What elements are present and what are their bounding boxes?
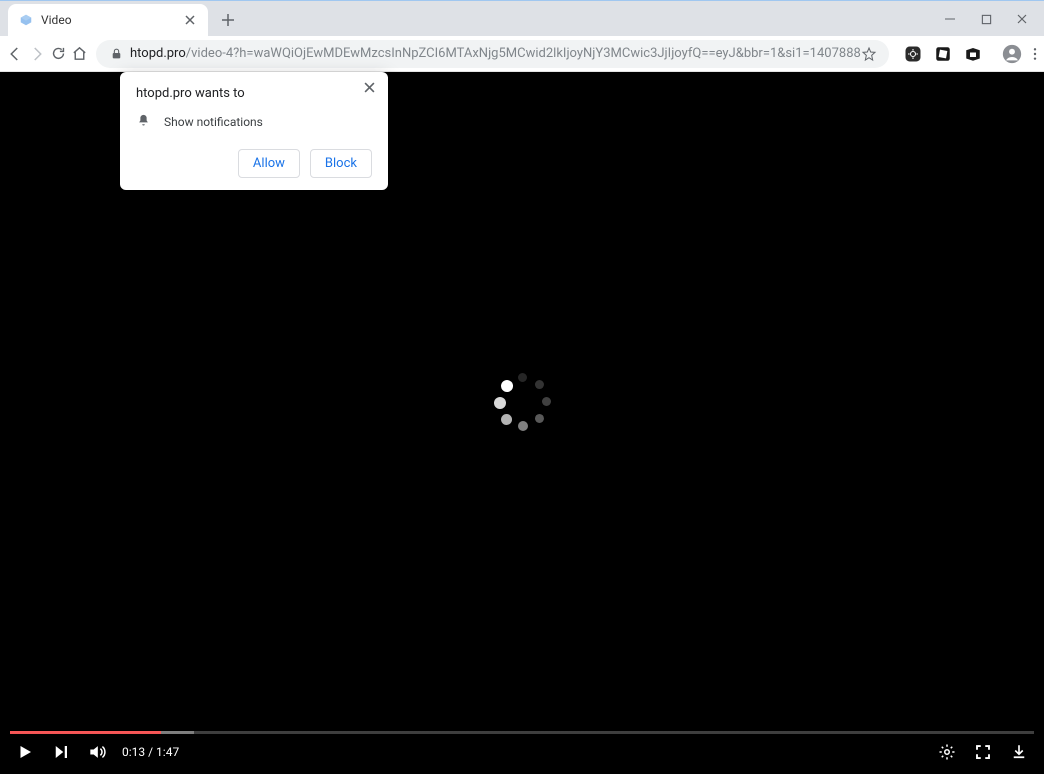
maximize-button[interactable]: [968, 7, 1004, 31]
loading-spinner-icon: [492, 372, 552, 432]
menu-button[interactable]: [1027, 40, 1043, 68]
tab-close-icon[interactable]: [182, 12, 198, 28]
settings-button[interactable]: [936, 741, 958, 763]
forward-button[interactable]: [28, 40, 46, 68]
extension-icon-2[interactable]: [931, 42, 955, 66]
reload-button[interactable]: [50, 40, 67, 68]
next-button[interactable]: [50, 741, 72, 763]
extension-icon-1[interactable]: [901, 42, 925, 66]
download-button[interactable]: [1008, 741, 1030, 763]
back-button[interactable]: [6, 40, 24, 68]
close-window-button[interactable]: [1004, 7, 1040, 31]
extension-icons: [897, 42, 989, 66]
url-domain: htopd.pro: [130, 46, 186, 61]
browser-tab[interactable]: Video: [8, 4, 208, 36]
fullscreen-button[interactable]: [972, 741, 994, 763]
new-tab-button[interactable]: [214, 6, 242, 34]
profile-button[interactable]: [1001, 40, 1023, 68]
extension-icon-3[interactable]: [961, 42, 985, 66]
permission-text: Show notifications: [164, 115, 263, 129]
video-controls: 0:13 / 1:47: [0, 730, 1044, 774]
window-controls: [932, 1, 1040, 36]
block-button[interactable]: Block: [310, 149, 372, 178]
tab-title: Video: [41, 13, 72, 27]
allow-button[interactable]: Allow: [238, 149, 300, 178]
permission-popup: htopd.pro wants to Show notifications Al…: [120, 72, 388, 190]
video-time: 0:13 / 1:47: [122, 745, 179, 759]
url-path: /video-4?h=waWQiOjEwMDEwMzcsInNpZCI6MTAx…: [186, 46, 861, 61]
minimize-button[interactable]: [932, 7, 968, 31]
home-button[interactable]: [71, 40, 88, 68]
bookmark-star-icon[interactable]: [861, 46, 877, 62]
permission-item: Show notifications: [136, 113, 372, 131]
permission-close-icon[interactable]: [360, 78, 378, 96]
permission-title: htopd.pro wants to: [136, 86, 372, 101]
browser-toolbar: htopd.pro/video-4?h=waWQiOjEwMDEwMzcsInN…: [0, 36, 1044, 72]
play-button[interactable]: [14, 741, 36, 763]
browser-title-bar: Video: [0, 0, 1044, 36]
bell-icon: [136, 113, 152, 131]
tab-favicon-icon: [18, 12, 34, 28]
address-bar[interactable]: htopd.pro/video-4?h=waWQiOjEwMDEwMzcsInN…: [96, 40, 889, 68]
volume-button[interactable]: [86, 741, 108, 763]
lock-icon: [108, 46, 124, 62]
url-text: htopd.pro/video-4?h=waWQiOjEwMDEwMzcsInN…: [130, 46, 861, 61]
